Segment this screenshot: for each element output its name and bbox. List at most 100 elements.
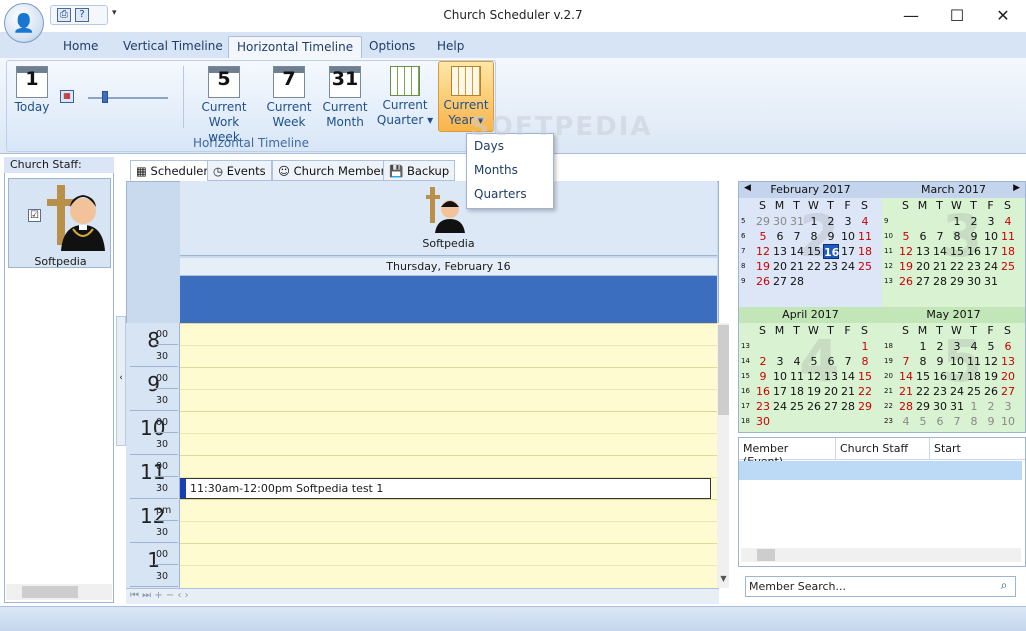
calendar-day[interactable]: 20	[915, 259, 931, 274]
calendar-day[interactable]: 18	[966, 369, 982, 384]
calendar-day[interactable]: 15	[806, 244, 822, 259]
calendar-day[interactable]: 29	[949, 274, 965, 289]
calendar-day[interactable]: 17	[949, 369, 965, 384]
calendar-day[interactable]: 30	[966, 274, 982, 289]
calendar-day[interactable]: 23	[966, 259, 982, 274]
calendar-day[interactable]: 10	[1000, 414, 1016, 429]
calendar-day[interactable]: 10	[983, 229, 999, 244]
tab-home[interactable]: Home	[55, 36, 106, 58]
list-hscrollbar[interactable]	[741, 548, 1021, 562]
tab-horizontal-timeline[interactable]: Horizontal Timeline	[228, 36, 363, 58]
calendar-day[interactable]: 4	[1000, 214, 1016, 229]
calendar-day[interactable]: 18	[789, 384, 805, 399]
calendar-day[interactable]: 2	[932, 339, 948, 354]
appointment[interactable]: 11:30am-12:00pm Softpedia test 1	[180, 478, 711, 499]
calendar-day[interactable]: 30	[932, 399, 948, 414]
calendar-day[interactable]: 2	[983, 399, 999, 414]
calendar-day[interactable]: 10	[772, 369, 788, 384]
calendar-day[interactable]: 8	[857, 354, 873, 369]
calendar-day[interactable]: 15	[915, 369, 931, 384]
list-row[interactable]	[739, 461, 1022, 480]
calendar-day[interactable]: 22	[857, 384, 873, 399]
calendar-day[interactable]: 20	[823, 384, 839, 399]
calendar-day[interactable]: 25	[966, 384, 982, 399]
calendar-day[interactable]: 2	[823, 214, 839, 229]
calendar-day[interactable]: 9	[823, 229, 839, 244]
calendar-day[interactable]: 10	[840, 229, 856, 244]
calendar-day[interactable]: 6	[915, 229, 931, 244]
calendar-day[interactable]: 12	[755, 244, 771, 259]
calendar-day[interactable]: 26	[898, 274, 914, 289]
calendar-day[interactable]: 21	[789, 259, 805, 274]
calendar-day[interactable]: 24	[772, 399, 788, 414]
calendar-day[interactable]: 1	[949, 214, 965, 229]
date-navigator-bar[interactable]: ⏮ ⏭ + − ‹ ›	[126, 588, 719, 604]
calendar-day[interactable]: 13	[823, 369, 839, 384]
collapse-panel-handle[interactable]: ‹	[116, 316, 126, 446]
binoculars-search-icon[interactable]: ⌕	[994, 578, 1014, 595]
calendar-day[interactable]: 8	[966, 414, 982, 429]
calendar-day[interactable]: 24	[949, 384, 965, 399]
close-button[interactable]: ✕	[980, 0, 1026, 30]
application-menu-button[interactable]: 👤	[4, 3, 44, 43]
calendar-day[interactable]: 12	[806, 369, 822, 384]
calendar-day[interactable]: 31	[983, 274, 999, 289]
calendar-day[interactable]: 16	[932, 369, 948, 384]
calendar-day[interactable]: 12	[898, 244, 914, 259]
tab-church-members[interactable]: ☺ Church Members	[272, 160, 398, 181]
tab-scheduler[interactable]: ▦ Scheduler	[130, 160, 215, 181]
calendar-day[interactable]: 11	[966, 354, 982, 369]
calendar-day[interactable]: 14	[789, 244, 805, 259]
calendar-day[interactable]: 26	[806, 399, 822, 414]
calendar-day[interactable]: 12	[983, 354, 999, 369]
calendar-day[interactable]: 1	[966, 399, 982, 414]
calendar-day[interactable]: 6	[823, 354, 839, 369]
scroll-down-icon[interactable]: ▼	[718, 574, 729, 586]
zoom-slider[interactable]	[88, 90, 168, 106]
calendar-day[interactable]: 16	[823, 244, 839, 259]
calendar-day[interactable]: 29	[755, 214, 771, 229]
calendar-day[interactable]: 15	[857, 369, 873, 384]
current-work-week-button[interactable]: 5 Current Work week	[192, 66, 256, 145]
calendar-day[interactable]: 3	[772, 354, 788, 369]
calendar-day[interactable]: 14	[840, 369, 856, 384]
calendar-day[interactable]: 22	[806, 259, 822, 274]
column-member-event[interactable]: Member (Event)	[739, 438, 836, 468]
calendar-day[interactable]: 13	[772, 244, 788, 259]
calendar-day[interactable]: 24	[983, 259, 999, 274]
calendar-day[interactable]: 24	[840, 259, 856, 274]
calendar-day[interactable]: 7	[789, 229, 805, 244]
calendar-day[interactable]: 19	[755, 259, 771, 274]
calendar-day[interactable]: 1	[806, 214, 822, 229]
calendar-day[interactable]: 22	[949, 259, 965, 274]
tab-options[interactable]: Options	[361, 36, 423, 58]
next-month-arrow-icon[interactable]: ▶	[1013, 183, 1020, 193]
calendar-day[interactable]: 19	[898, 259, 914, 274]
menu-item-months[interactable]: Months	[467, 158, 553, 182]
tab-vertical-timeline[interactable]: Vertical Timeline	[115, 36, 231, 58]
calendar-day[interactable]: 2	[966, 214, 982, 229]
calendar-day[interactable]: 10	[949, 354, 965, 369]
today-button[interactable]: 1 Today	[12, 66, 52, 115]
calendar-day[interactable]: 28	[840, 399, 856, 414]
calendar-day[interactable]: 28	[898, 399, 914, 414]
tab-backup[interactable]: 💾 Backup	[383, 160, 456, 181]
calendar-day[interactable]: 30	[755, 414, 771, 429]
staff-card[interactable]: ☑ Softpedia	[8, 178, 111, 268]
list-hscroll-thumb[interactable]	[757, 549, 775, 561]
minimize-button[interactable]: —	[888, 0, 934, 30]
calendar-day[interactable]: 28	[789, 274, 805, 289]
calendar-day[interactable]: 25	[857, 259, 873, 274]
calendar-day[interactable]: 19	[806, 384, 822, 399]
calendar-day[interactable]: 9	[755, 369, 771, 384]
calendar-day[interactable]: 31	[949, 399, 965, 414]
calendar-day[interactable]: 17	[772, 384, 788, 399]
calendar-day[interactable]: 4	[789, 354, 805, 369]
calendar-day[interactable]: 3	[949, 339, 965, 354]
current-quarter-button[interactable]: Current Quarter ▾	[376, 66, 434, 128]
calendar-day[interactable]: 17	[983, 244, 999, 259]
calendar-day[interactable]: 16	[755, 384, 771, 399]
calendar-day[interactable]: 11	[789, 369, 805, 384]
calendar-day[interactable]: 8	[949, 229, 965, 244]
calendar-day[interactable]: 21	[932, 259, 948, 274]
